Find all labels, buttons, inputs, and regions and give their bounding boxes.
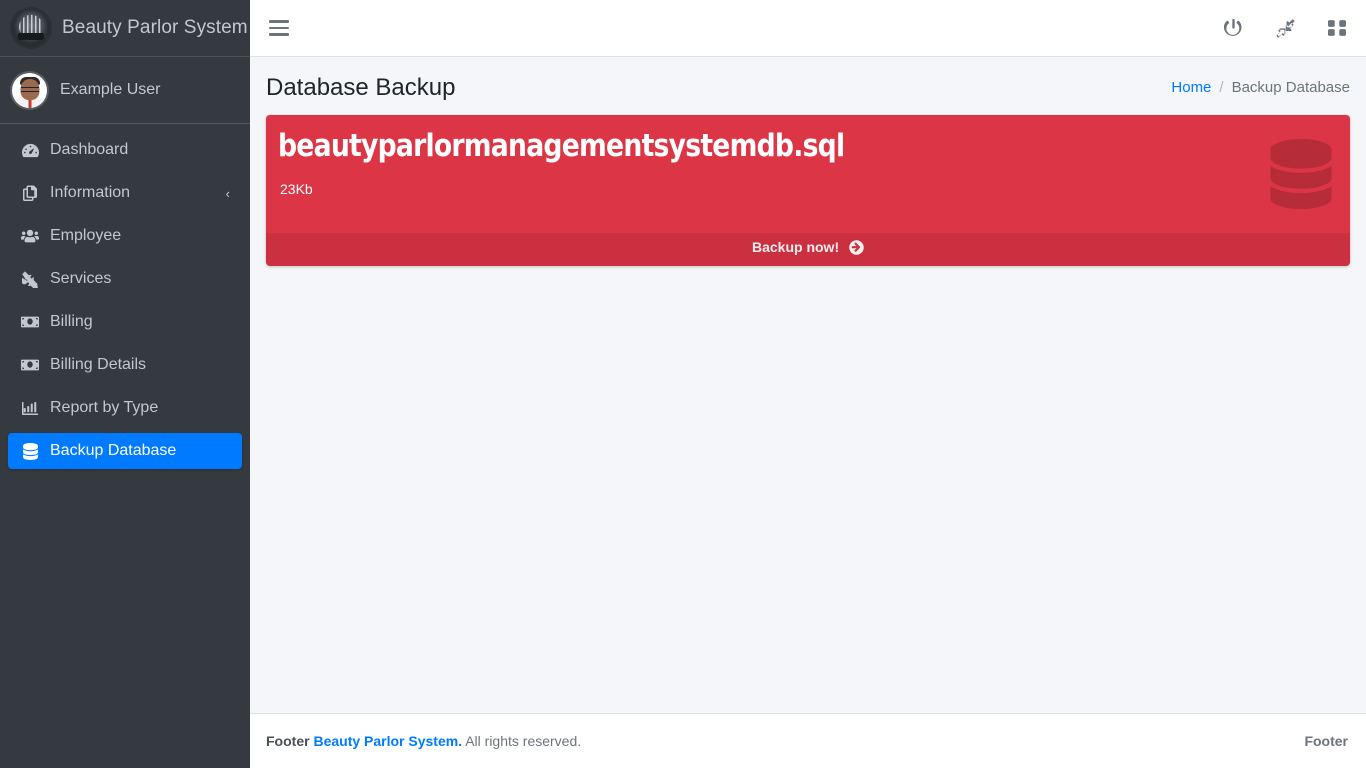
user-panel[interactable]: Example User	[0, 57, 250, 124]
copy-files-icon	[18, 185, 42, 201]
breadcrumb: Home / Backup Database	[1171, 79, 1350, 96]
footer-right-label: Footer	[1304, 733, 1348, 749]
sidebar-item-label: Billing	[50, 313, 93, 330]
backup-filesize: 23Kb	[280, 180, 313, 197]
chevron-left-icon[interactable]: ‹	[226, 187, 230, 200]
tools-icon	[18, 270, 42, 288]
sidebar-item-label: Dashboard	[50, 141, 129, 158]
backup-now-button[interactable]: Backup now!	[266, 233, 1350, 267]
sidebar-item-label: Billing Details	[50, 356, 147, 373]
sidebar-item-billing[interactable]: Billing	[8, 304, 242, 340]
chart-bar-icon	[18, 400, 42, 416]
content-wrapper: Database Backup Home / Backup Database b…	[250, 0, 1366, 768]
sidebar-item-backup-database[interactable]: Backup Database	[8, 433, 242, 469]
backup-now-label: Backup now!	[751, 239, 840, 256]
sidebar-item-label: Backup Database	[50, 442, 177, 459]
main-content: Database Backup Home / Backup Database b…	[250, 57, 1366, 713]
sidebar-item-dashboard[interactable]: Dashboard	[8, 132, 242, 168]
card-container: beautyparlormanagementsystemdb.sql 23Kb …	[250, 115, 1366, 267]
brand-title: Beauty Parlor System	[62, 17, 248, 38]
compress-arrows-icon[interactable]	[1274, 17, 1296, 39]
backup-file-card: beautyparlormanagementsystemdb.sql 23Kb …	[266, 115, 1350, 267]
money-bill-icon	[18, 356, 42, 374]
brand-link[interactable]: Beauty Parlor System	[0, 0, 250, 57]
content-header: Database Backup Home / Backup Database	[250, 57, 1366, 115]
sidebar-item-label: Report by Type	[50, 399, 159, 416]
sidebar-item-label: Information	[50, 184, 131, 201]
sidebar-item-employee[interactable]: Employee	[8, 218, 242, 254]
user-avatar-icon	[12, 72, 47, 108]
money-bill-icon	[18, 313, 42, 331]
sidebar-item-label: Services	[50, 270, 112, 287]
breadcrumb-current: Backup Database	[1231, 79, 1350, 97]
footer-left: Footer Beauty Parlor System. All rights …	[266, 733, 581, 749]
sidebar-item-information[interactable]: Information ‹	[8, 175, 242, 211]
breadcrumb-home-link[interactable]: Home	[1171, 79, 1211, 96]
sidebar-nav: Dashboard Information ‹ Employee Service…	[0, 124, 250, 469]
hamburger-icon[interactable]	[266, 15, 292, 41]
sidebar-item-label: Employee	[50, 227, 122, 244]
power-icon[interactable]	[1222, 17, 1244, 39]
sidebar-item-services[interactable]: Services	[8, 261, 242, 297]
sidebar: Beauty Parlor System Example User Dashbo…	[0, 0, 250, 768]
footer-brand-link[interactable]: Beauty Parlor System.	[313, 733, 462, 749]
top-navbar	[250, 0, 1366, 57]
breadcrumb-separator: /	[1219, 79, 1224, 97]
parlor-logo-badge-icon	[12, 9, 50, 47]
th-grid-icon[interactable]	[1326, 17, 1348, 39]
navbar-actions	[1222, 17, 1348, 39]
sidebar-item-billing-details[interactable]: Billing Details	[8, 347, 242, 383]
backup-file-info: beautyparlormanagementsystemdb.sql 23Kb	[266, 115, 1350, 233]
backup-filename: beautyparlormanagementsystemdb.sql	[278, 128, 845, 165]
user-name: Example User	[60, 81, 161, 98]
footer-rights: All rights reserved.	[465, 733, 582, 749]
arrow-circle-right-icon	[849, 240, 864, 258]
tachometer-icon	[18, 142, 42, 159]
page-title: Database Backup	[266, 74, 456, 101]
database-icon	[18, 442, 42, 460]
users-icon	[18, 227, 42, 245]
page-footer: Footer Beauty Parlor System. All rights …	[250, 713, 1366, 768]
footer-prefix: Footer	[266, 733, 310, 749]
sidebar-item-report-by-type[interactable]: Report by Type	[8, 390, 242, 426]
